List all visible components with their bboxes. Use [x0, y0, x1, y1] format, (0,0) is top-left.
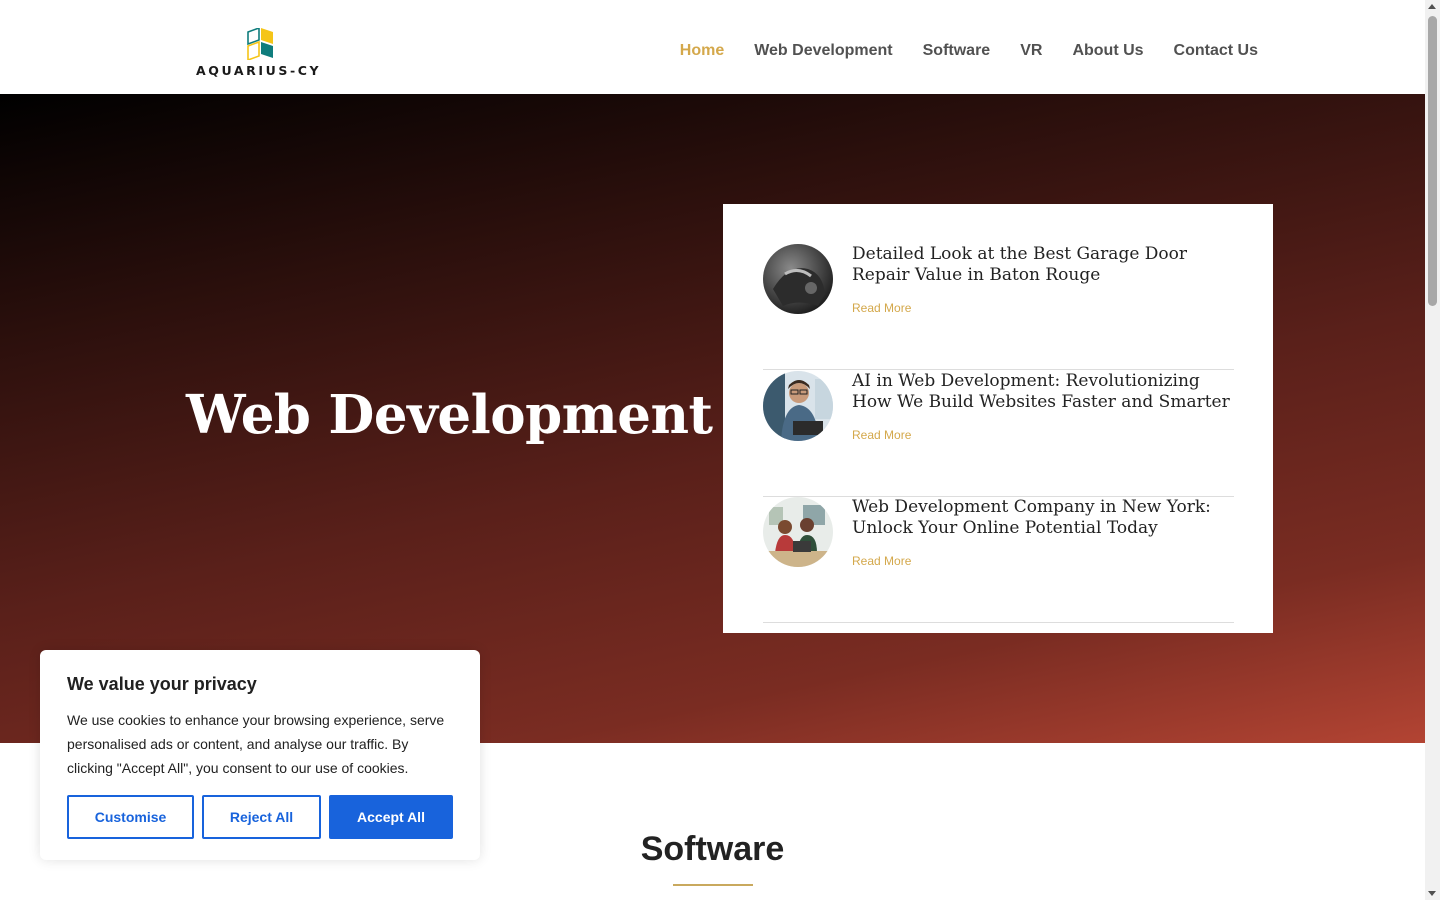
- nav-item-about-us[interactable]: About Us: [1072, 42, 1143, 60]
- developer-laptop-photo-icon[interactable]: [763, 371, 833, 441]
- post-item: AI in Web Development: Revolutionizing H…: [763, 371, 1234, 497]
- cookie-consent-banner: We value your privacy We use cookies to …: [40, 650, 480, 860]
- cookie-description: We use cookies to enhance your browsing …: [67, 712, 445, 776]
- nav-item-home[interactable]: Home: [680, 42, 724, 60]
- main-nav: Home Web Development Software VR About U…: [680, 42, 1258, 60]
- nav-item-software[interactable]: Software: [923, 42, 991, 60]
- recent-posts-card: Detailed Look at the Best Garage Door Re…: [723, 204, 1273, 633]
- post-item: Detailed Look at the Best Garage Door Re…: [763, 244, 1234, 370]
- scroll-up-arrow-icon[interactable]: [1428, 4, 1436, 9]
- nav-item-web-development[interactable]: Web Development: [754, 42, 892, 60]
- hero-title: Web Development: [186, 384, 713, 446]
- customise-button[interactable]: Customise: [67, 795, 194, 839]
- page-scrollbar[interactable]: [1425, 0, 1440, 900]
- hero-section: Web Development Detailed Look at the Bes…: [0, 94, 1425, 743]
- scroll-down-arrow-icon[interactable]: [1428, 891, 1436, 896]
- read-more-link[interactable]: Read More: [852, 554, 911, 568]
- scrollbar-thumb[interactable]: [1428, 16, 1437, 306]
- site-logo[interactable]: AQUARIUS-CY: [196, 28, 332, 80]
- garage-door-photo-icon[interactable]: [763, 244, 833, 314]
- logo-wordmark: AQUARIUS-CY: [196, 63, 322, 78]
- reject-all-button[interactable]: Reject All: [202, 795, 321, 839]
- section-divider: [673, 884, 753, 886]
- accept-all-button[interactable]: Accept All: [329, 795, 453, 839]
- logo-mark-icon: [247, 28, 273, 60]
- post-item: Web Development Company in New York: Unl…: [763, 497, 1234, 623]
- post-title[interactable]: Detailed Look at the Best Garage Door Re…: [852, 244, 1232, 286]
- post-title[interactable]: AI in Web Development: Revolutionizing H…: [852, 371, 1232, 413]
- team-office-photo-icon[interactable]: [763, 497, 833, 567]
- post-title[interactable]: Web Development Company in New York: Unl…: [852, 497, 1232, 539]
- nav-item-contact-us[interactable]: Contact Us: [1174, 42, 1258, 60]
- site-header: AQUARIUS-CY Home Web Development Softwar…: [0, 0, 1425, 94]
- read-more-link[interactable]: Read More: [852, 428, 911, 442]
- read-more-link[interactable]: Read More: [852, 301, 911, 315]
- nav-item-vr[interactable]: VR: [1020, 42, 1042, 60]
- cookie-title: We value your privacy: [67, 674, 257, 694]
